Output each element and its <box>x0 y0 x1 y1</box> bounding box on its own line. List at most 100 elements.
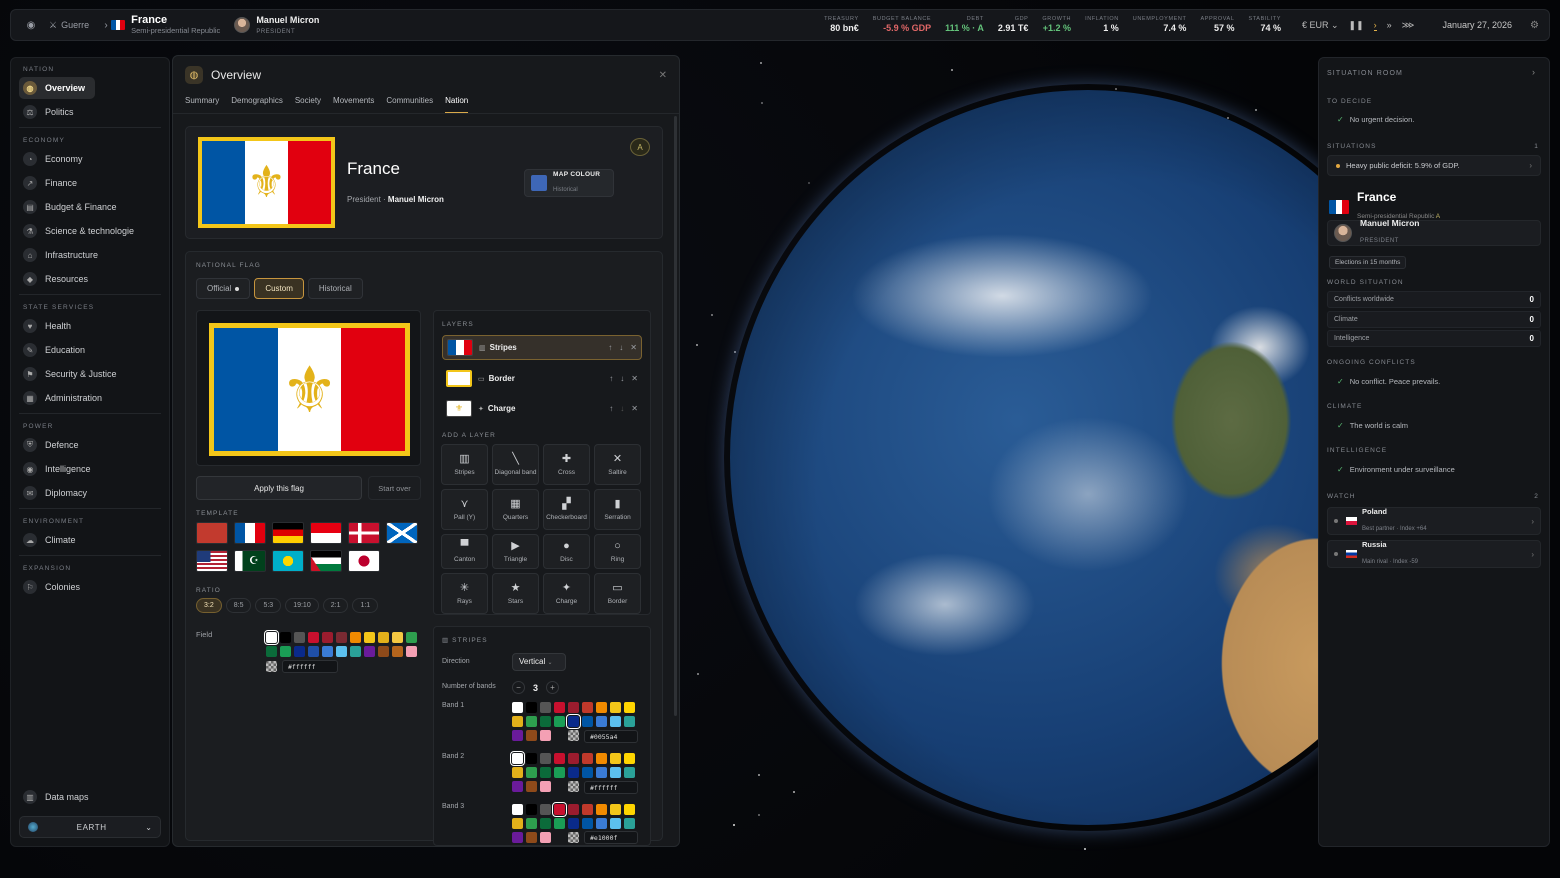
colour-swatch[interactable] <box>526 753 537 764</box>
colour-swatch[interactable] <box>582 702 593 713</box>
fastest-forward-icon[interactable]: ⋙ <box>1402 20 1415 31</box>
add-layer-ring[interactable]: ○ Ring <box>594 534 641 569</box>
nav-item-overview[interactable]: ◍ Overview <box>19 77 95 99</box>
colour-swatch[interactable] <box>512 804 523 815</box>
pause-icon[interactable]: ❚❚ <box>1349 20 1364 31</box>
template-nordic-cross[interactable] <box>348 522 380 544</box>
colour-swatch[interactable] <box>596 753 607 764</box>
tab-demographics[interactable]: Demographics <box>231 92 283 113</box>
direction-select[interactable]: Vertical ⌄ <box>512 653 566 671</box>
colour-swatch[interactable] <box>554 767 565 778</box>
colour-swatch[interactable] <box>540 702 551 713</box>
colour-swatch[interactable] <box>392 646 403 657</box>
situation-deficit-item[interactable]: Heavy public deficit: 5.9% of GDP. › <box>1327 155 1541 176</box>
colour-swatch[interactable] <box>526 730 537 741</box>
colour-swatch[interactable] <box>512 716 523 727</box>
start-over-button[interactable]: Start over <box>368 476 421 500</box>
stat-debt[interactable]: DEBT 111 % · A <box>938 16 991 34</box>
colour-swatch[interactable] <box>540 716 551 727</box>
watch-item-russia[interactable]: Russia Main rival · Index -59 › <box>1327 540 1541 568</box>
colour-swatch[interactable] <box>596 804 607 815</box>
template-stars-stripes[interactable] <box>196 550 228 572</box>
colour-swatch[interactable] <box>378 646 389 657</box>
add-layer-canton[interactable]: ▀ Canton <box>441 534 488 569</box>
nav-item-colonies[interactable]: ⚐ Colonies <box>19 576 161 598</box>
colour-swatch[interactable] <box>526 832 537 843</box>
colour-swatch[interactable] <box>610 753 621 764</box>
watch-item-poland[interactable]: Poland Best partner · Index +64 › <box>1327 507 1541 535</box>
colour-swatch[interactable] <box>266 646 277 657</box>
plus-icon[interactable]: + <box>546 681 560 694</box>
add-layer-border[interactable]: ▭ Border <box>594 573 641 614</box>
colour-swatch[interactable] <box>582 818 593 829</box>
colour-swatch[interactable] <box>350 632 361 643</box>
colour-swatch[interactable] <box>568 767 579 778</box>
nav-item-economy[interactable]: ◔ Economy <box>19 148 161 170</box>
colour-swatch[interactable] <box>540 767 551 778</box>
colour-swatch[interactable] <box>582 804 593 815</box>
delete-icon[interactable]: ✕ <box>630 343 637 352</box>
template-sun-disc[interactable] <box>272 550 304 572</box>
world-selector[interactable]: EARTH ⌄ <box>19 816 161 838</box>
ratio-option[interactable]: 19:10 <box>285 598 319 613</box>
country-selector[interactable]: › France Semi-presidential Republic <box>101 15 220 35</box>
field-hex-input[interactable]: #ffffff <box>282 660 338 673</box>
minus-icon[interactable]: − <box>512 681 525 694</box>
tab-summary[interactable]: Summary <box>185 92 219 113</box>
colour-swatch[interactable] <box>596 818 607 829</box>
colour-swatch[interactable] <box>610 716 621 727</box>
colour-swatch[interactable] <box>624 716 635 727</box>
template-bicolor[interactable] <box>310 522 342 544</box>
move-down-icon[interactable]: ↓ <box>620 374 624 383</box>
nav-item-defence[interactable]: ⛨ Defence <box>19 434 161 456</box>
add-layer-cross[interactable]: ✚ Cross <box>543 444 590 485</box>
colour-swatch[interactable] <box>294 646 305 657</box>
leader-card[interactable]: Manuel Micron PRESIDENT <box>1327 218 1541 246</box>
currency-selector[interactable]: € EUR ⌄ <box>1302 20 1339 31</box>
colour-swatch[interactable] <box>610 702 621 713</box>
war-button[interactable]: ⚔ Guerre <box>49 20 89 31</box>
layer-stripes[interactable]: ▥ Stripes ↑ ↓ ✕ <box>442 335 642 360</box>
add-layer-checkerboard[interactable]: ▞ Checkerboard <box>543 489 590 530</box>
tab-nation[interactable]: Nation <box>445 92 469 113</box>
colour-swatch[interactable] <box>406 632 417 643</box>
layer-border[interactable]: ▭ Border ↑ ↓ ✕ <box>442 366 642 391</box>
tab-communities[interactable]: Communities <box>386 92 433 113</box>
play-icon[interactable]: › <box>1373 20 1377 31</box>
template-vertical-tricolor[interactable] <box>234 522 266 544</box>
template-circle[interactable] <box>348 550 380 572</box>
nav-item-politics[interactable]: ⚖ Politics <box>19 101 161 123</box>
panel-scrollbar[interactable] <box>674 116 677 716</box>
move-up-icon[interactable]: ↑ <box>609 374 613 383</box>
colour-swatch[interactable] <box>566 714 581 729</box>
colour-swatch[interactable] <box>540 818 551 829</box>
tab-society[interactable]: Society <box>295 92 321 113</box>
colour-swatch[interactable] <box>406 646 417 657</box>
colour-swatch[interactable] <box>280 632 291 643</box>
colour-swatch[interactable] <box>596 702 607 713</box>
colour-swatch[interactable] <box>554 702 565 713</box>
colour-swatch[interactable] <box>568 702 579 713</box>
colour-swatch[interactable] <box>610 804 621 815</box>
flag-mode-custom[interactable]: Custom <box>254 278 304 299</box>
nav-item-science-technologie[interactable]: ⚗ Science & technologie <box>19 220 161 242</box>
colour-swatch[interactable] <box>512 767 523 778</box>
colour-swatch[interactable] <box>526 781 537 792</box>
tab-movements[interactable]: Movements <box>333 92 374 113</box>
move-up-icon[interactable]: ↑ <box>608 343 612 352</box>
stat-budget-balance[interactable]: BUDGET BALANCE -5.9 % GDP <box>866 16 938 34</box>
add-layer-diagonal-band[interactable]: ╲ Diagonal band <box>492 444 539 485</box>
band-2-hex-input[interactable]: #ffffff <box>584 781 638 794</box>
move-up-icon[interactable]: ↑ <box>609 404 613 413</box>
template-solid-red[interactable] <box>196 522 228 544</box>
fast-forward-icon[interactable]: » <box>1387 20 1392 30</box>
colour-swatch[interactable] <box>308 646 319 657</box>
colour-swatch[interactable] <box>554 716 565 727</box>
colour-swatch[interactable] <box>582 716 593 727</box>
stat-treasury[interactable]: TREASURY 80 bn€ <box>817 16 866 34</box>
add-layer-rays[interactable]: ✳ Rays <box>441 573 488 614</box>
colour-swatch[interactable] <box>526 716 537 727</box>
ratio-option[interactable]: 1:1 <box>352 598 379 613</box>
move-down-icon[interactable]: ↓ <box>619 343 623 352</box>
add-layer-disc[interactable]: ● Disc <box>543 534 590 569</box>
